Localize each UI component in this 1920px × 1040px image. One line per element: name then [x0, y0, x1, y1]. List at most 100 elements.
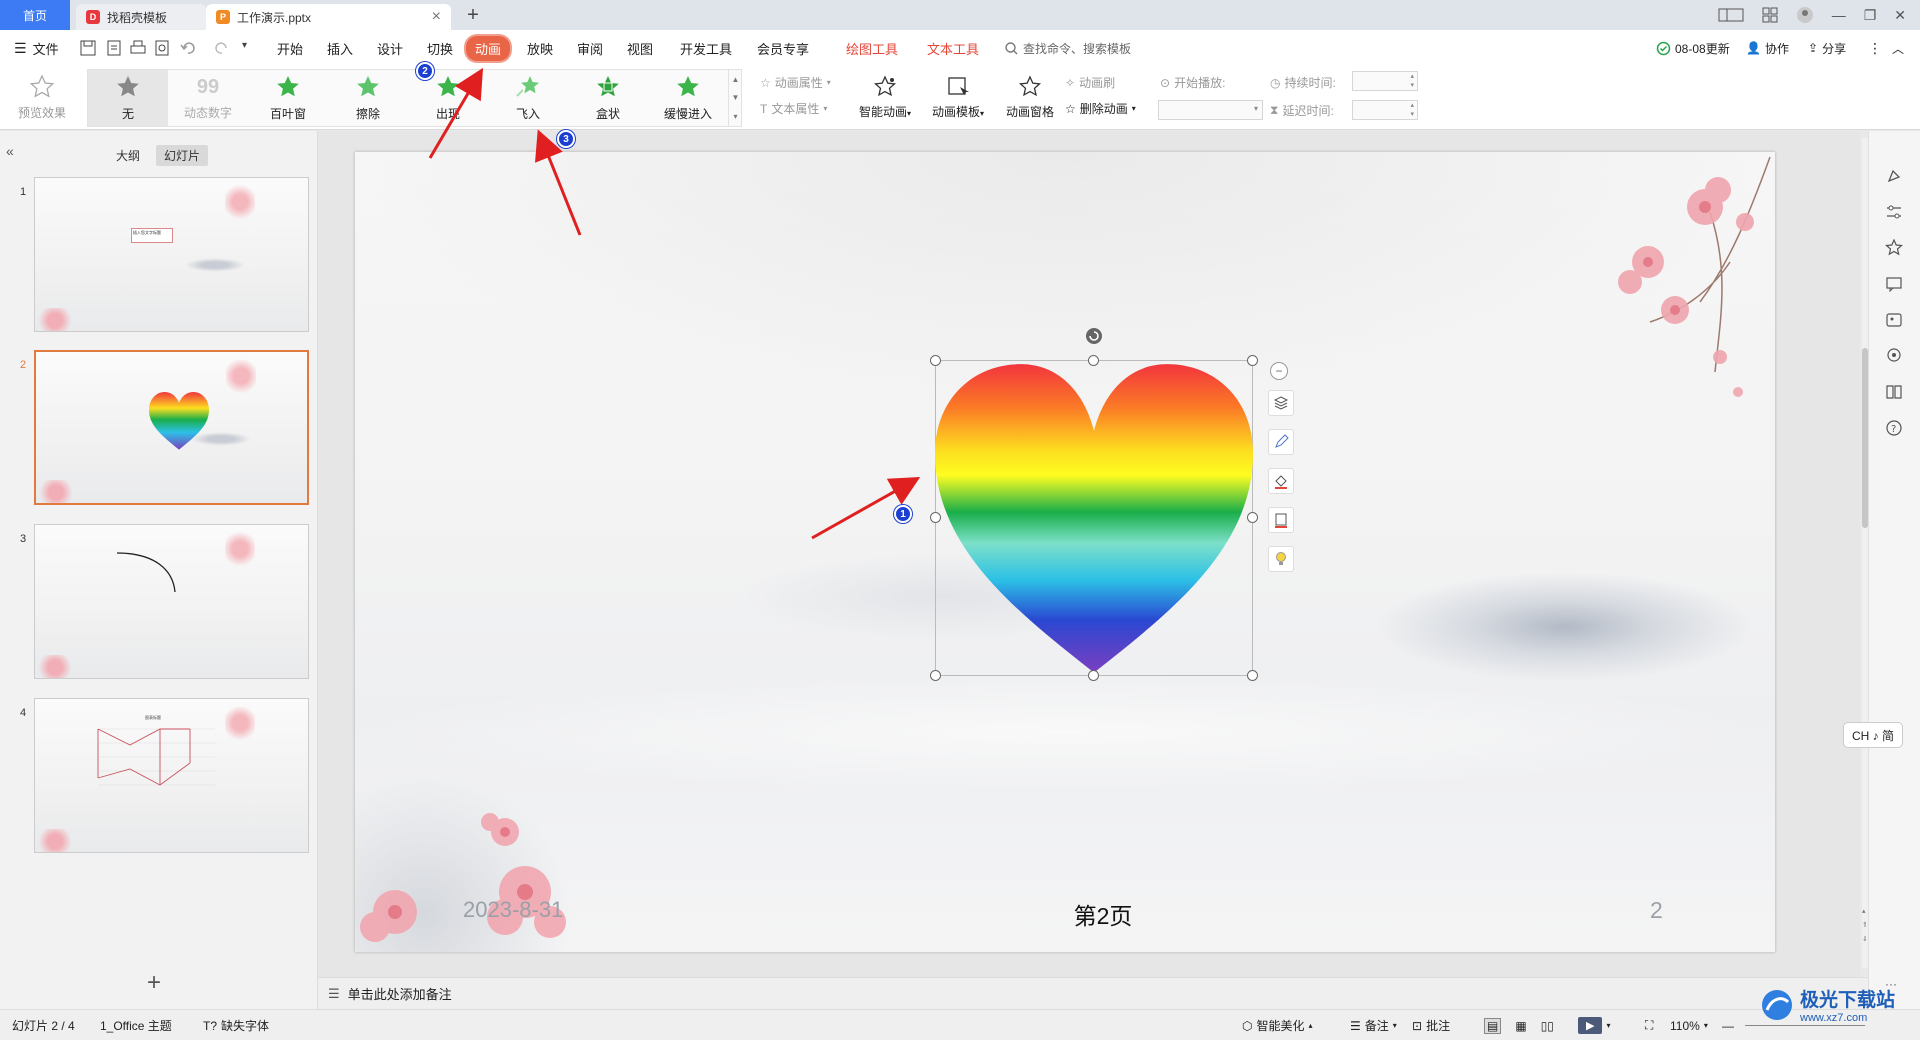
delay-spinner[interactable]: ▴ ▾: [1352, 100, 1418, 120]
animation-properties-button[interactable]: ☆ 动画属性 ▾: [760, 74, 831, 91]
tab-outline[interactable]: 大纲: [108, 145, 148, 166]
resize-handle-top-left[interactable]: [930, 355, 941, 366]
slide-date[interactable]: 2023-8-31: [463, 897, 563, 923]
play-slideshow-button[interactable]: ▶ ▾: [1578, 1010, 1610, 1040]
slide-thumbnail-3[interactable]: [34, 524, 309, 679]
resize-handle-top[interactable]: [1088, 355, 1099, 366]
slide-number-field[interactable]: 2: [1650, 897, 1663, 924]
normal-view-icon[interactable]: ▤: [1484, 1017, 1502, 1034]
menu-review[interactable]: 审阅: [577, 30, 603, 66]
zoom-out-button[interactable]: —: [1722, 1010, 1734, 1040]
zoom-slider[interactable]: [1745, 1025, 1865, 1026]
tab-docer-templates[interactable]: D 找稻壳模板: [76, 4, 206, 30]
print-preview-icon[interactable]: [154, 40, 170, 56]
reading-view-icon[interactable]: ▯▯: [1541, 1019, 1554, 1033]
resize-handle-right[interactable]: [1247, 512, 1258, 523]
more-icon[interactable]: ⋮: [1868, 30, 1882, 66]
input-method-indicator[interactable]: CH ♪ 简: [1843, 722, 1904, 748]
effect-none[interactable]: 无: [88, 70, 168, 126]
save-icon[interactable]: [80, 40, 96, 56]
menu-view[interactable]: 视图: [627, 30, 653, 66]
fit-window-icon[interactable]: ⛶: [1645, 1010, 1653, 1040]
redo-icon[interactable]: [214, 40, 230, 56]
smart-tip-button[interactable]: [1268, 546, 1294, 572]
menu-animation[interactable]: 动画: [466, 30, 511, 66]
slide-thumbnail-2[interactable]: [34, 350, 309, 505]
adjust-icon[interactable]: [1885, 203, 1903, 221]
comment-button[interactable]: ⊡ 批注: [1412, 1010, 1450, 1040]
scroll-up-icon[interactable]: ▲: [732, 75, 740, 84]
slide-thumbnail-1[interactable]: 插入您文字标题: [34, 177, 309, 332]
undo-icon[interactable]: [180, 40, 202, 56]
location-icon[interactable]: [1885, 347, 1903, 365]
page-scroll-buttons[interactable]: ▴ ⇑ ⇓: [1862, 905, 1868, 947]
effect-slow-in[interactable]: 缓慢进入: [648, 70, 728, 126]
tab-home[interactable]: 首页: [0, 0, 70, 30]
menu-member[interactable]: 会员专享: [757, 30, 809, 66]
rainbow-heart-shape[interactable]: [935, 364, 1253, 676]
collapse-float-icon[interactable]: −: [1270, 362, 1288, 380]
resize-handle-bottom-right[interactable]: [1247, 670, 1258, 681]
effect-wipe[interactable]: 擦除: [328, 70, 408, 126]
print-icon[interactable]: [130, 40, 146, 56]
resize-handle-left[interactable]: [930, 512, 941, 523]
menu-design[interactable]: 设计: [377, 30, 403, 66]
export-pdf-icon[interactable]: [106, 40, 122, 56]
start-play-select[interactable]: ▾: [1158, 100, 1263, 120]
menu-developer[interactable]: 开发工具: [680, 30, 732, 66]
rotate-handle-icon[interactable]: [1084, 326, 1104, 346]
effect-blinds[interactable]: 百叶窗: [248, 70, 328, 126]
resize-handle-bottom-left[interactable]: [930, 670, 941, 681]
animation-brush-button[interactable]: ✧ 动画刷: [1065, 74, 1115, 91]
menu-drawing-tools[interactable]: 绘图工具: [846, 30, 898, 66]
sorter-view-icon[interactable]: ▦: [1515, 1019, 1526, 1033]
smart-beautify-button[interactable]: ⬡ 智能美化 ▴: [1242, 1010, 1313, 1040]
command-search[interactable]: 查找命令、搜索模板: [1005, 30, 1131, 66]
collapse-panel-icon[interactable]: «: [6, 143, 14, 159]
delete-animation-button[interactable]: ☆ 删除动画 ▾: [1065, 100, 1136, 117]
spinner-arrows-icon[interactable]: ▴ ▾: [1410, 101, 1414, 119]
star-icon[interactable]: [1885, 239, 1903, 257]
smart-animation-button[interactable]: 智能动画▾: [853, 66, 917, 128]
collapse-ribbon-icon[interactable]: ︿: [1892, 30, 1904, 66]
tab-presentation[interactable]: P 工作演示.pptx ×: [206, 4, 451, 30]
gallery-scroll[interactable]: ▲ ▼ ▾: [728, 70, 742, 126]
notes-toggle-button[interactable]: ☰ 备注 ▾: [1350, 1010, 1397, 1040]
spinner-arrows-icon[interactable]: ▴ ▾: [1410, 72, 1414, 90]
menu-insert[interactable]: 插入: [327, 30, 353, 66]
notes-bar[interactable]: ☰ 单击此处添加备注: [318, 977, 1868, 1009]
animation-effects-icon[interactable]: [1885, 167, 1903, 185]
preview-effect-button[interactable]: 预览效果: [10, 66, 74, 128]
file-menu[interactable]: ☰ 文件: [14, 30, 59, 66]
customize-qa-icon[interactable]: ▾: [242, 40, 258, 56]
missing-font-button[interactable]: T? 缺失字体: [203, 1010, 269, 1040]
layout-icon[interactable]: [1718, 8, 1744, 22]
current-slide[interactable]: 2023-8-31 第2页 2: [355, 152, 1775, 952]
animation-pane-button[interactable]: 动画窗格: [1000, 66, 1060, 128]
restore-icon[interactable]: ❐: [1864, 7, 1877, 24]
menu-transition[interactable]: 切换: [427, 30, 453, 66]
resize-handle-top-right[interactable]: [1247, 355, 1258, 366]
menu-text-tools[interactable]: 文本工具: [927, 30, 979, 66]
update-button[interactable]: 08-08更新: [1656, 30, 1730, 66]
new-tab-button[interactable]: +: [462, 4, 484, 27]
outline-button[interactable]: [1268, 507, 1294, 533]
scroll-down-icon[interactable]: ▼: [732, 93, 740, 102]
grid-icon[interactable]: [1762, 7, 1778, 23]
duration-spinner[interactable]: ▴ ▾: [1352, 71, 1418, 91]
effect-fly-in[interactable]: 飞入: [488, 70, 568, 126]
menu-slideshow[interactable]: 放映: [527, 30, 553, 66]
comment-icon[interactable]: [1885, 275, 1903, 293]
edit-shape-button[interactable]: [1268, 429, 1294, 455]
slide-footer[interactable]: 第2页: [1018, 897, 1188, 931]
user-avatar-icon[interactable]: [1796, 6, 1814, 24]
close-window-icon[interactable]: ✕: [1894, 7, 1906, 24]
image-icon[interactable]: [1885, 311, 1903, 329]
minimize-icon[interactable]: —: [1832, 7, 1846, 23]
help-icon[interactable]: ?: [1885, 419, 1903, 437]
tab-slides[interactable]: 幻灯片: [156, 145, 209, 166]
zoom-level[interactable]: 110% ▾: [1670, 1010, 1708, 1040]
book-icon[interactable]: [1885, 383, 1903, 401]
resize-handle-bottom[interactable]: [1088, 670, 1099, 681]
theme-name[interactable]: 1_Office 主题: [100, 1010, 172, 1040]
